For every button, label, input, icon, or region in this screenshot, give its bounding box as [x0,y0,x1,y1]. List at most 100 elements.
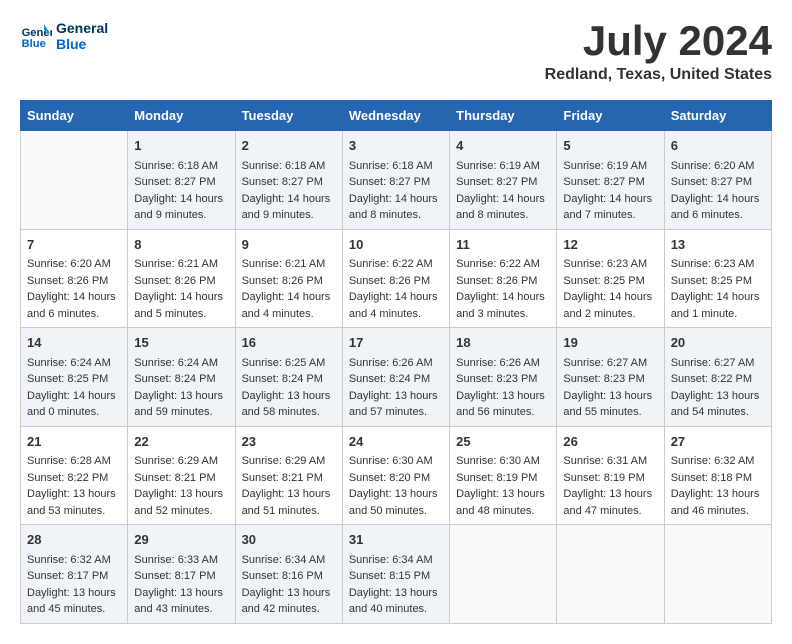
weekday-header: Saturday [664,101,771,131]
day-info: Daylight: 13 hours [242,388,336,405]
day-info: and 56 minutes. [456,404,550,421]
day-info: Daylight: 14 hours [671,191,765,208]
day-info: and 48 minutes. [456,503,550,520]
day-info: Sunrise: 6:19 AM [563,158,657,175]
day-info: Sunset: 8:23 PM [563,371,657,388]
day-info: Sunset: 8:27 PM [456,174,550,191]
day-number: 17 [349,333,443,353]
day-info: Sunrise: 6:30 AM [349,453,443,470]
day-info: and 53 minutes. [27,503,121,520]
calendar-cell: 16Sunrise: 6:25 AMSunset: 8:24 PMDayligh… [235,328,342,427]
day-info: Sunrise: 6:24 AM [134,355,228,372]
day-info: Sunset: 8:27 PM [134,174,228,191]
day-info: Sunrise: 6:23 AM [671,256,765,273]
day-number: 13 [671,235,765,255]
day-number: 5 [563,136,657,156]
day-info: and 51 minutes. [242,503,336,520]
logo-icon: General Blue [20,20,52,52]
day-number: 19 [563,333,657,353]
calendar-week-row: 1Sunrise: 6:18 AMSunset: 8:27 PMDaylight… [21,131,772,230]
calendar-cell: 2Sunrise: 6:18 AMSunset: 8:27 PMDaylight… [235,131,342,230]
day-info: Sunset: 8:17 PM [27,568,121,585]
day-info: and 5 minutes. [134,306,228,323]
day-number: 27 [671,432,765,452]
day-info: Sunset: 8:27 PM [671,174,765,191]
day-info: Daylight: 14 hours [349,289,443,306]
calendar-cell: 23Sunrise: 6:29 AMSunset: 8:21 PMDayligh… [235,426,342,525]
day-number: 9 [242,235,336,255]
day-info: Sunrise: 6:20 AM [27,256,121,273]
day-number: 29 [134,530,228,550]
day-info: and 42 minutes. [242,601,336,618]
calendar-cell: 10Sunrise: 6:22 AMSunset: 8:26 PMDayligh… [342,229,449,328]
day-info: Sunset: 8:20 PM [349,470,443,487]
day-info: Daylight: 14 hours [242,191,336,208]
day-info: and 4 minutes. [242,306,336,323]
day-info: Sunset: 8:16 PM [242,568,336,585]
day-info: and 1 minute. [671,306,765,323]
day-info: Sunrise: 6:27 AM [671,355,765,372]
day-info: Sunset: 8:25 PM [27,371,121,388]
calendar-cell: 19Sunrise: 6:27 AMSunset: 8:23 PMDayligh… [557,328,664,427]
day-info: Daylight: 14 hours [671,289,765,306]
calendar-cell: 26Sunrise: 6:31 AMSunset: 8:19 PMDayligh… [557,426,664,525]
day-number: 23 [242,432,336,452]
day-info: Daylight: 14 hours [563,289,657,306]
calendar-cell [664,525,771,624]
day-info: Sunrise: 6:29 AM [242,453,336,470]
calendar-cell: 27Sunrise: 6:32 AMSunset: 8:18 PMDayligh… [664,426,771,525]
day-number: 28 [27,530,121,550]
day-info: Daylight: 14 hours [456,289,550,306]
day-info: Sunrise: 6:34 AM [349,552,443,569]
calendar-cell [21,131,128,230]
day-info: Sunrise: 6:18 AM [134,158,228,175]
day-info: and 57 minutes. [349,404,443,421]
calendar-cell: 11Sunrise: 6:22 AMSunset: 8:26 PMDayligh… [450,229,557,328]
day-info: Daylight: 13 hours [671,486,765,503]
day-info: and 3 minutes. [456,306,550,323]
day-number: 6 [671,136,765,156]
day-info: Daylight: 14 hours [134,191,228,208]
day-info: and 50 minutes. [349,503,443,520]
day-info: Daylight: 13 hours [242,585,336,602]
day-info: and 7 minutes. [563,207,657,224]
day-info: and 40 minutes. [349,601,443,618]
day-info: Daylight: 13 hours [27,486,121,503]
day-info: Daylight: 13 hours [456,388,550,405]
calendar-cell: 30Sunrise: 6:34 AMSunset: 8:16 PMDayligh… [235,525,342,624]
day-info: Daylight: 13 hours [671,388,765,405]
day-info: Sunrise: 6:30 AM [456,453,550,470]
day-info: Sunset: 8:15 PM [349,568,443,585]
calendar-cell: 9Sunrise: 6:21 AMSunset: 8:26 PMDaylight… [235,229,342,328]
day-number: 1 [134,136,228,156]
calendar-week-row: 14Sunrise: 6:24 AMSunset: 8:25 PMDayligh… [21,328,772,427]
day-number: 16 [242,333,336,353]
day-info: and 4 minutes. [349,306,443,323]
day-info: Sunset: 8:18 PM [671,470,765,487]
calendar-cell: 8Sunrise: 6:21 AMSunset: 8:26 PMDaylight… [128,229,235,328]
calendar-cell [557,525,664,624]
day-info: Sunset: 8:22 PM [671,371,765,388]
calendar-week-row: 21Sunrise: 6:28 AMSunset: 8:22 PMDayligh… [21,426,772,525]
day-info: Daylight: 14 hours [242,289,336,306]
day-info: Sunset: 8:25 PM [671,273,765,290]
day-info: Sunset: 8:27 PM [349,174,443,191]
location: Redland, Texas, United States [545,66,772,84]
day-info: and 2 minutes. [563,306,657,323]
day-info: Daylight: 13 hours [563,486,657,503]
calendar-cell: 7Sunrise: 6:20 AMSunset: 8:26 PMDaylight… [21,229,128,328]
day-info: and 6 minutes. [27,306,121,323]
day-info: Sunrise: 6:24 AM [27,355,121,372]
day-number: 31 [349,530,443,550]
day-info: Sunset: 8:26 PM [134,273,228,290]
day-info: and 45 minutes. [27,601,121,618]
calendar-cell: 31Sunrise: 6:34 AMSunset: 8:15 PMDayligh… [342,525,449,624]
calendar-cell: 21Sunrise: 6:28 AMSunset: 8:22 PMDayligh… [21,426,128,525]
day-info: Sunset: 8:22 PM [27,470,121,487]
calendar-cell: 20Sunrise: 6:27 AMSunset: 8:22 PMDayligh… [664,328,771,427]
day-info: Daylight: 13 hours [242,486,336,503]
day-number: 8 [134,235,228,255]
day-info: Daylight: 13 hours [134,585,228,602]
day-info: Sunset: 8:26 PM [349,273,443,290]
calendar-table: SundayMondayTuesdayWednesdayThursdayFrid… [20,100,772,624]
